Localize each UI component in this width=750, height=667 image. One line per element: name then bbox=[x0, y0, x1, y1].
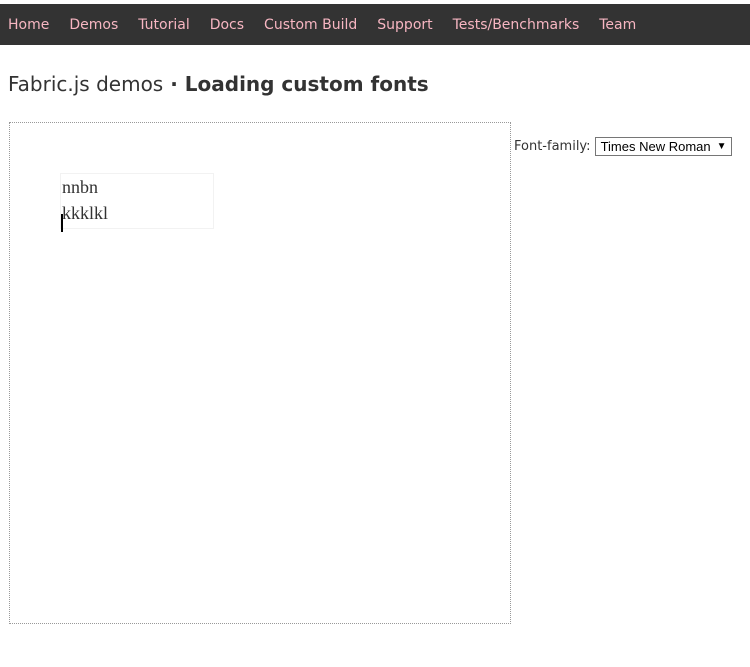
chevron-down-icon: ▼ bbox=[716, 141, 727, 152]
font-family-label: Font-family: bbox=[514, 139, 591, 154]
top-navbar: Home Demos Tutorial Docs Custom Build Su… bbox=[0, 4, 750, 45]
text-cursor bbox=[61, 214, 63, 232]
nav-item-tests-benchmarks[interactable]: Tests/Benchmarks bbox=[453, 17, 580, 33]
nav-item-home[interactable]: Home bbox=[8, 17, 49, 33]
nav-item-custom-build[interactable]: Custom Build bbox=[264, 17, 357, 33]
page-title-prefix: Fabric.js demos bbox=[8, 72, 164, 96]
nav-item-support[interactable]: Support bbox=[377, 17, 432, 33]
page-title: Fabric.js demos · Loading custom fonts bbox=[8, 72, 429, 96]
font-family-select[interactable]: Times New Roman ▼ bbox=[594, 137, 732, 156]
page-title-separator: · bbox=[163, 72, 185, 96]
textbox-line-1: nnbn bbox=[62, 177, 98, 197]
nav-item-demos[interactable]: Demos bbox=[69, 17, 118, 33]
font-family-control: Font-family: Times New Roman ▼ bbox=[514, 137, 732, 156]
nav-item-docs[interactable]: Docs bbox=[210, 17, 244, 33]
fabric-canvas[interactable]: nnbn kkklkl bbox=[9, 122, 511, 624]
nav-item-tutorial[interactable]: Tutorial bbox=[138, 17, 189, 33]
font-family-selected-value: Times New Roman bbox=[600, 139, 711, 154]
page-title-main: Loading custom fonts bbox=[184, 72, 429, 96]
textbox-line-2: kkklkl bbox=[62, 203, 109, 223]
editable-textbox[interactable]: nnbn kkklkl bbox=[60, 173, 214, 232]
nav-item-team[interactable]: Team bbox=[599, 17, 636, 33]
